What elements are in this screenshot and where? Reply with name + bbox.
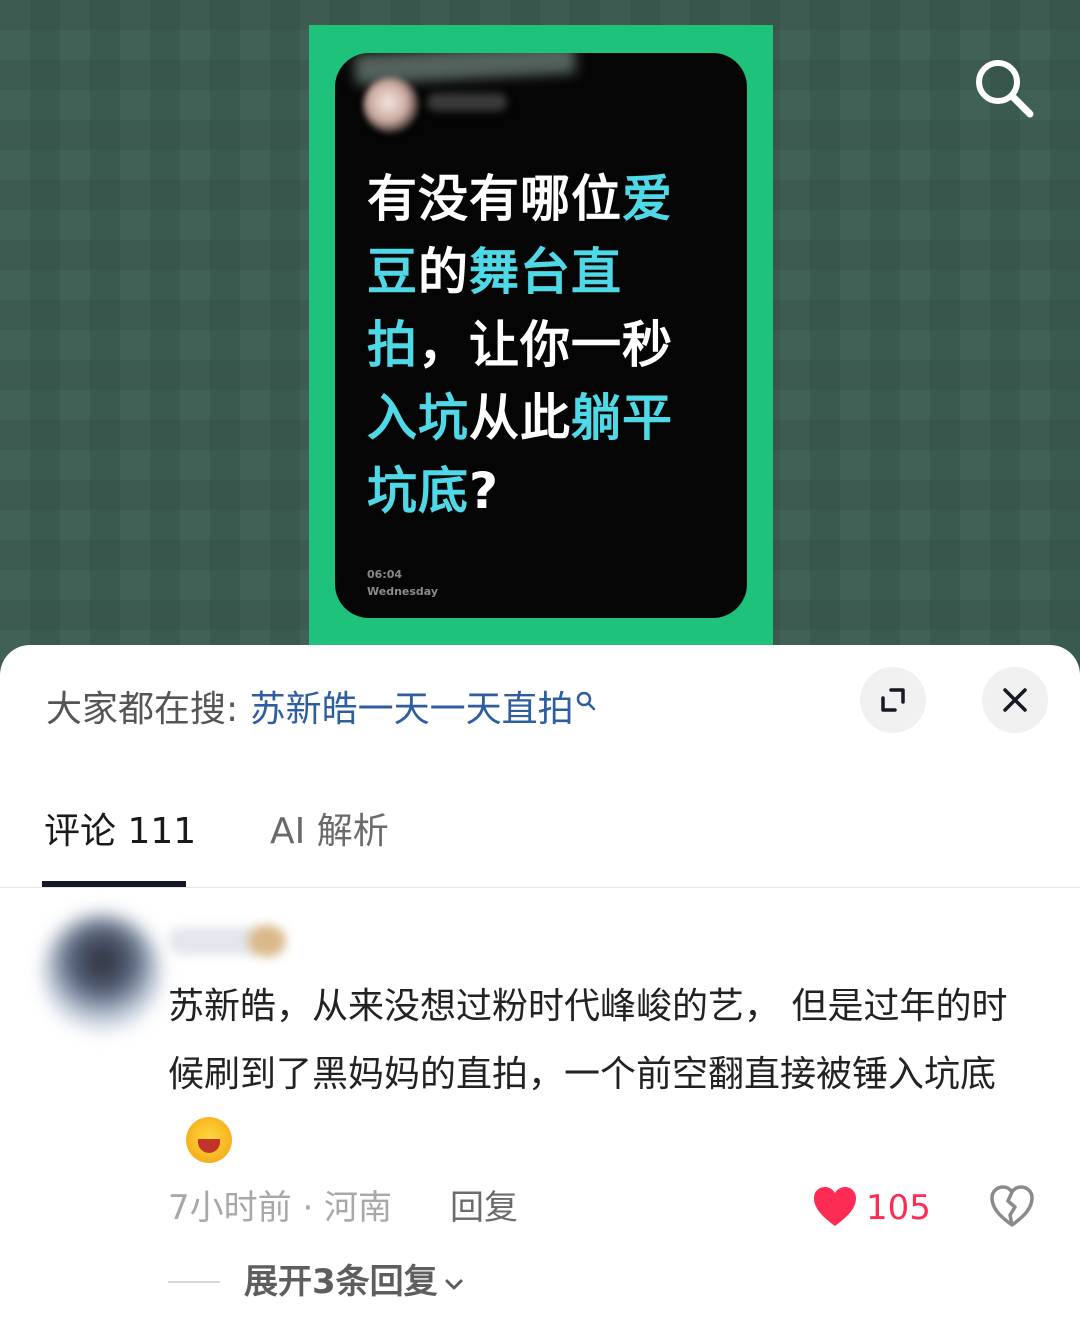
expand-replies-label: 展开3条回复 xyxy=(244,1262,438,1302)
divider-line xyxy=(168,1281,220,1283)
tab-comments[interactable]: 评论 111 xyxy=(44,807,196,857)
dislike-button[interactable] xyxy=(988,1183,1036,1231)
hot-search-bar: 大家都在搜: 苏新皓一天一天直拍 xyxy=(46,685,598,735)
headline-segment: 的 xyxy=(418,243,469,301)
poster-headline: 有没有哪位爱豆的舞台直拍，让你一秒入坑从此躺平坑底? xyxy=(367,163,697,528)
hot-search-prefix: 大家都在搜: xyxy=(46,689,250,730)
laughing-crying-emoji-icon xyxy=(186,1117,232,1163)
expand-icon xyxy=(881,688,905,712)
phone-screenshot: 有没有哪位爱豆的舞台直拍，让你一秒入坑从此躺平坑底? 06:04 Wednesd… xyxy=(335,53,747,618)
heart-icon xyxy=(814,1187,856,1226)
comment-body: 苏新皓，从来没想过粉时代峰峻的艺， 但是过年的时候刷到了黑妈妈的直拍，一个前空翻… xyxy=(168,986,1008,1095)
user-badge-icon xyxy=(248,925,286,957)
hot-search-term[interactable]: 苏新皓一天一天直拍 xyxy=(250,689,598,730)
poster-time: 06:04 xyxy=(367,568,403,581)
chevron-down-icon xyxy=(445,1279,463,1289)
video-area[interactable]: 有没有哪位爱豆的舞台直拍，让你一秒入坑从此躺平坑底? 06:04 Wednesd… xyxy=(0,0,1080,680)
comment-text: 苏新皓，从来没想过粉时代峰峻的艺， 但是过年的时候刷到了黑妈妈的直拍，一个前空翻… xyxy=(168,973,1038,1177)
mini-search-icon xyxy=(576,691,595,711)
video-poster: 有没有哪位爱豆的舞台直拍，让你一秒入坑从此躺平坑底? 06:04 Wednesd… xyxy=(309,25,773,655)
expand-button[interactable] xyxy=(860,667,926,733)
reply-button[interactable]: 回复 xyxy=(450,1183,518,1233)
comment-sheet: 大家都在搜: 苏新皓一天一天直拍 评论 111 AI 解析 苏新皓，从来没想过粉… xyxy=(0,645,1080,1329)
poster-day: Wednesday xyxy=(367,585,439,598)
headline-segment: 入坑 xyxy=(367,389,469,447)
headline-segment: ，让你一秒 xyxy=(418,316,673,374)
avatar[interactable] xyxy=(44,915,160,1031)
search-icon[interactable] xyxy=(968,52,1040,124)
headline-segment: 有没有哪位 xyxy=(367,170,622,228)
headline-segment: ? xyxy=(469,462,500,520)
poster-clock: 06:04 Wednesday xyxy=(367,566,438,600)
like-count: 105 xyxy=(866,1188,931,1228)
headline-segment: 从此 xyxy=(469,389,571,447)
hot-search-term-text: 苏新皓一天一天直拍 xyxy=(249,689,574,730)
close-icon xyxy=(1003,688,1027,712)
sheet-tabs: 评论 111 AI 解析 xyxy=(0,795,1080,888)
expand-replies-button[interactable]: 展开3条回复 xyxy=(244,1257,466,1307)
broken-heart-icon xyxy=(990,1185,1034,1227)
blurred-avatar xyxy=(363,77,419,133)
blurred-username xyxy=(427,93,507,111)
tab-ai-analysis[interactable]: AI 解析 xyxy=(270,807,389,857)
close-button[interactable] xyxy=(982,667,1048,733)
comment-meta: 7小时前 · 河南 xyxy=(168,1188,393,1228)
active-tab-indicator xyxy=(42,881,186,887)
